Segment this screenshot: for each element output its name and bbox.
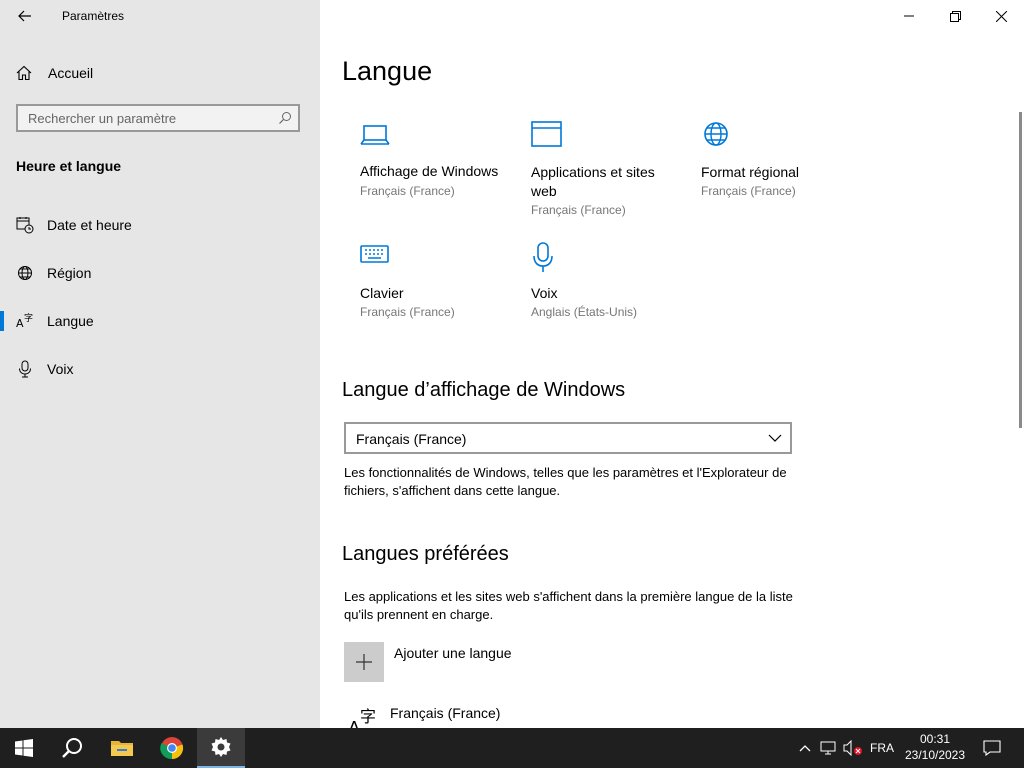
laptop-icon — [360, 125, 390, 145]
svg-text:字: 字 — [24, 312, 33, 324]
start-button[interactable] — [0, 728, 48, 768]
preferred-language-item[interactable]: A 字 Français (France) — [344, 700, 804, 728]
sidebar-item-language[interactable]: A 字 Langue — [0, 301, 320, 341]
sidebar-item-label: Date et heure — [47, 217, 132, 233]
sidebar-item-label: Région — [47, 265, 92, 281]
tile-subtitle: Français (France) — [531, 203, 626, 217]
chevron-down-icon — [768, 434, 782, 442]
language-indicator[interactable]: FRA — [866, 728, 898, 768]
taskbar-chrome[interactable] — [148, 728, 196, 768]
plus-icon — [356, 654, 372, 670]
svg-text:字: 字 — [360, 707, 376, 726]
display-language-description: Les fonctionnalités de Windows, telles q… — [344, 465, 787, 498]
nav-home[interactable]: Accueil — [0, 58, 320, 88]
minimize-button[interactable] — [886, 0, 932, 32]
search-icon — [62, 738, 82, 758]
search-icon[interactable] — [278, 111, 292, 125]
sidebar-item-region[interactable]: Région — [0, 253, 320, 293]
sidebar-item-label: Langue — [47, 313, 94, 329]
search-input[interactable] — [18, 106, 278, 130]
tile-regional-format[interactable]: Format régional Français (France) — [701, 120, 861, 200]
plus-box — [344, 642, 384, 682]
tile-windows-display[interactable]: Affichage de Windows Français (France) — [360, 120, 520, 200]
sidebar-item-date-time[interactable]: Date et heure — [0, 205, 320, 245]
preferred-languages-description: Les applications et les sites web s'affi… — [344, 589, 793, 622]
language-icon: A 字 — [348, 707, 376, 728]
globe-icon — [18, 266, 32, 280]
file-explorer-icon — [111, 741, 133, 756]
chrome-icon — [160, 737, 184, 760]
sidebar-item-voice[interactable]: Voix — [0, 349, 320, 389]
network-icon — [820, 741, 836, 755]
tile-voice[interactable]: Voix Anglais (États-Unis) — [531, 242, 691, 322]
windows-start-icon — [15, 739, 33, 757]
network-button[interactable] — [818, 728, 840, 768]
active-indicator — [0, 311, 4, 331]
microphone-icon — [533, 242, 553, 272]
volume-button[interactable] — [842, 728, 864, 768]
back-arrow-icon — [18, 10, 31, 22]
section-title: Heure et langue — [16, 158, 122, 174]
tile-keyboard[interactable]: Clavier Français (France) — [360, 242, 520, 322]
tile-subtitle: Français (France) — [360, 184, 455, 198]
show-hidden-icons-button[interactable] — [796, 728, 814, 768]
tile-apps-websites[interactable]: Applications et sites web Français (Fran… — [531, 120, 671, 220]
tile-name: Applications et sites web — [531, 164, 655, 199]
add-language-label: Ajouter une langue — [394, 645, 512, 661]
taskbar: FRA 00:31 23/10/2023 — [0, 728, 1024, 768]
tile-name: Format régional — [701, 164, 800, 180]
restore-icon — [949, 10, 961, 22]
nav-home-label: Accueil — [48, 65, 94, 81]
language-name: Français (France) — [390, 705, 501, 721]
search-box — [16, 104, 300, 132]
dropdown-value: Français (France) — [356, 431, 467, 447]
restore-button[interactable] — [932, 0, 978, 32]
clock-time: 00:31 — [919, 732, 951, 746]
language-icon: A 字 — [16, 312, 33, 330]
sidebar: Paramètres Accueil Heure et langue Date … — [0, 0, 320, 728]
tile-subtitle: Anglais (États-Unis) — [531, 305, 638, 319]
taskbar-settings[interactable] — [197, 728, 245, 768]
page-title: Langue — [342, 56, 433, 86]
preferred-languages-heading: Langues préférées — [342, 543, 509, 565]
window-icon — [531, 121, 562, 147]
clock[interactable]: 00:31 23/10/2023 — [900, 731, 970, 763]
settings-icon — [211, 737, 231, 757]
notification-center-button[interactable] — [978, 728, 1006, 768]
chevron-up-icon — [799, 745, 811, 752]
calendar-clock-icon — [16, 217, 34, 234]
tile-name: Affichage de Windows — [360, 163, 499, 179]
notification-icon — [983, 740, 1001, 756]
main-content: Langue Affichage de Windows Français (Fr… — [320, 0, 1024, 728]
globe-icon — [704, 122, 728, 146]
back-button[interactable] — [10, 4, 40, 28]
keyboard-icon — [360, 245, 389, 263]
home-icon — [16, 65, 32, 81]
sidebar-item-label: Voix — [47, 361, 74, 377]
display-language-dropdown[interactable]: Français (France) — [344, 422, 792, 454]
app-title: Paramètres — [62, 9, 125, 23]
tile-subtitle: Français (France) — [701, 184, 796, 198]
taskbar-search-button[interactable] — [48, 728, 96, 768]
clock-date: 23/10/2023 — [904, 748, 966, 762]
display-language-heading: Langue d’affichage de Windows — [342, 379, 626, 401]
scrollbar[interactable] — [1019, 112, 1022, 428]
taskbar-file-explorer[interactable] — [98, 728, 146, 768]
tile-name: Voix — [531, 285, 558, 301]
svg-text:A: A — [16, 317, 24, 330]
tile-name: Clavier — [360, 285, 404, 301]
close-button[interactable] — [978, 0, 1024, 32]
minimize-icon — [904, 15, 914, 17]
tile-subtitle: Français (France) — [360, 305, 455, 319]
microphone-icon — [19, 360, 31, 378]
close-icon — [995, 10, 1007, 22]
volume-muted-icon — [843, 740, 862, 756]
